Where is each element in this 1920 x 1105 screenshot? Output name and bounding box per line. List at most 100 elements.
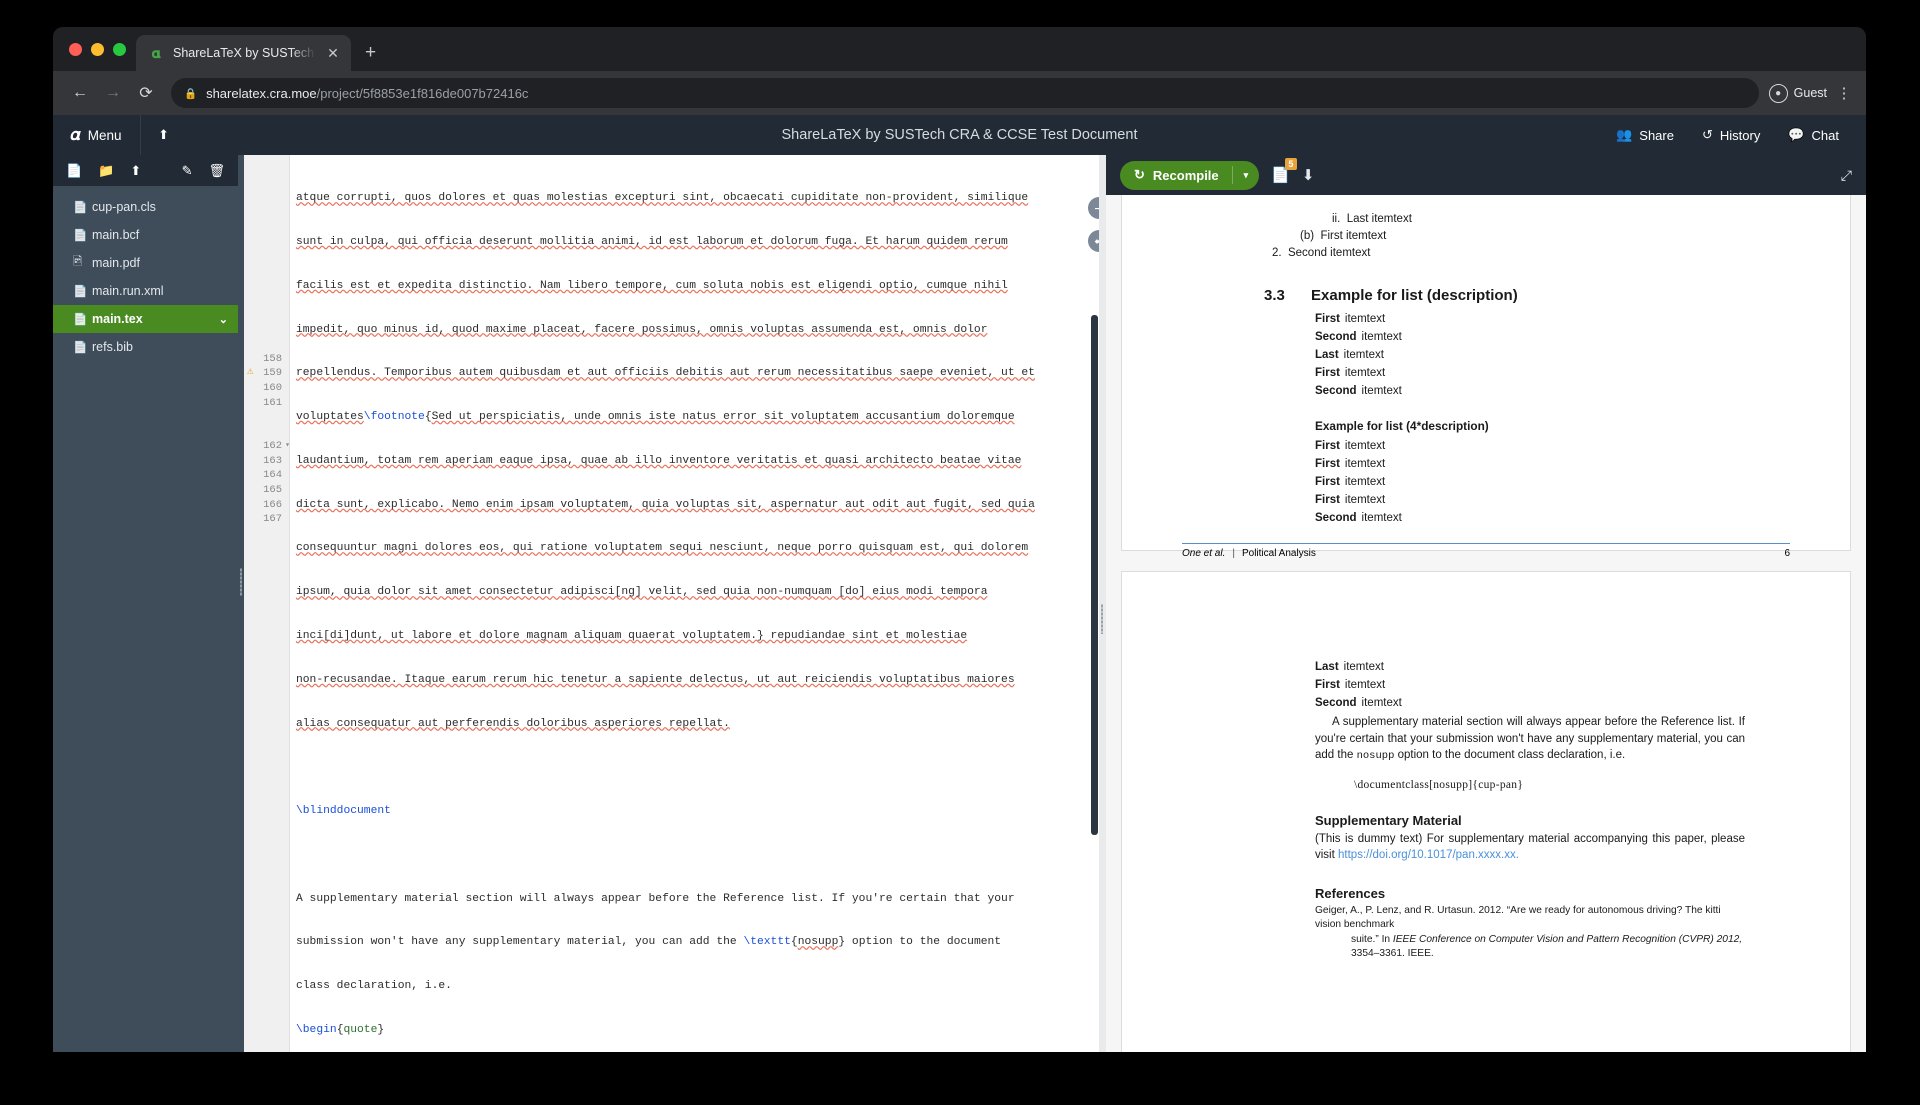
compile-logs-button[interactable]: 📄 5	[1271, 158, 1297, 184]
code-line: consequuntur magni dolores eos, qui rati…	[296, 542, 1029, 555]
footer-authors: One et al.	[1182, 548, 1226, 559]
file-icon: 📄	[73, 286, 88, 298]
new-file-icon[interactable]: 📄	[66, 163, 82, 179]
gutter-line-166: 166	[263, 498, 282, 511]
file-item-main-tex[interactable]: 📄 main.tex ⌄	[53, 305, 238, 333]
gutter-blank	[244, 206, 289, 221]
new-tab-button[interactable]: +	[351, 35, 390, 71]
chat-button[interactable]: 💬 Chat	[1775, 115, 1852, 155]
browser-menu-icon[interactable]: ⋮	[1834, 84, 1854, 102]
maximize-window-button[interactable]	[113, 42, 126, 56]
file-tree-panel: 📄 📁 ⬆ ✎ 🗑 📄 cup-pan.cls 📄 main.bcf 🖻 mai…	[53, 155, 238, 1052]
reference-entry: Geiger, A., P. Lenz, and R. Urtasun. 201…	[1315, 904, 1745, 962]
editor-pdf-split-handle[interactable]	[1099, 155, 1106, 1052]
pdf-preview-panel: ↻ Recompile ▾ 📄 5 ⬇ ⤢ ii. Last itemtext …	[1106, 155, 1866, 1052]
gutter-line-158: 158	[263, 352, 282, 365]
code-line: atque corrupti, quos dolores et quas mol…	[296, 192, 1029, 205]
delete-trash-icon[interactable]: 🗑	[208, 163, 225, 179]
chevron-down-icon[interactable]: ▾	[1233, 170, 1260, 181]
footer-separator: |	[1232, 548, 1235, 559]
recompile-button[interactable]: ↻ Recompile ▾	[1120, 160, 1260, 190]
project-menu-button[interactable]: 𝛂 Menu	[53, 115, 141, 155]
section-number: 3.3	[1264, 287, 1285, 304]
code-line: facilis est et expedita distinctio. Nam …	[296, 279, 1008, 292]
gutter-line-167: 167	[263, 513, 282, 526]
editor-scrollbar-thumb[interactable]	[1091, 315, 1098, 835]
code-line-161-wrap1: submission won't have any supplementary …	[296, 936, 1002, 949]
file-item-main-bcf[interactable]: 📄 main.bcf	[53, 221, 238, 249]
address-bar[interactable]: 🔒 sharelatex.cra.moe/project/5f8853e1f81…	[171, 78, 1759, 108]
refresh-icon: ↻	[1134, 167, 1145, 182]
browser-tab[interactable]: 𝛂 ShareLaTeX by SUSTech CRA & ✕	[136, 35, 351, 71]
doi-link[interactable]: https://doi.org/10.1017/pan.xxxx.xx.	[1338, 849, 1519, 861]
file-item-main-pdf[interactable]: 🖻 main.pdf	[53, 249, 238, 277]
new-folder-icon[interactable]: 📁	[98, 163, 114, 179]
desc-text: itemtext	[1344, 367, 1386, 379]
supplementary-heading: Supplementary Material	[1315, 812, 1462, 828]
chevron-down-icon[interactable]: ⌄	[219, 313, 228, 326]
profile-button[interactable]: ● Guest	[1768, 83, 1831, 103]
browser-toolbar: ← → ⟳ 🔒 sharelatex.cra.moe/project/5f885…	[53, 71, 1866, 115]
download-icon: ⬇	[1301, 167, 1315, 184]
desc-term: First	[1315, 494, 1340, 506]
desc-text: itemtext	[1343, 661, 1384, 673]
code-line: voluptates\footnote{Sed ut perspiciatis,…	[296, 411, 1015, 424]
share-button[interactable]: 👥 Share	[1603, 115, 1687, 155]
tab-title: ShareLaTeX by SUSTech CRA &	[173, 46, 316, 60]
desc-text: itemtext	[1344, 494, 1386, 506]
file-item-main-run-xml[interactable]: 📄 main.run.xml	[53, 277, 238, 305]
gutter-line-165: 165	[263, 484, 282, 497]
list-text: First itemtext	[1320, 230, 1387, 242]
editor-scrollbar[interactable]	[1090, 155, 1099, 1052]
history-button[interactable]: ↺ History	[1689, 115, 1773, 155]
code-line: ipsum, quia dolor sit amet consectetur a…	[296, 586, 988, 599]
description-item: First itemtext	[1315, 473, 1790, 491]
code-editor[interactable]: 158 159 160 161 162 163 164 165 166 167 …	[244, 155, 1099, 1052]
recompile-label: Recompile	[1152, 167, 1219, 183]
minimize-window-button[interactable]	[91, 42, 104, 56]
code-line: impedit, quo minus id, quod maxime place…	[296, 323, 988, 336]
close-window-button[interactable]	[69, 42, 82, 56]
gutter-blank	[244, 220, 289, 235]
section-title: Example for list (description)	[1311, 287, 1518, 304]
download-pdf-button[interactable]: ⬇	[1302, 166, 1315, 184]
list-text: Second itemtext	[1287, 247, 1371, 259]
forward-icon[interactable]: →	[98, 78, 128, 108]
editor-content[interactable]: atque corrupti, quos dolores et quas mol…	[290, 155, 1099, 1052]
desc-text: itemtext	[1361, 512, 1402, 524]
paragraph-part-b2: option to	[1397, 749, 1442, 761]
pdf-page-2-content: Last itemtext First itemtext Second itemtex…	[1122, 658, 1850, 962]
gutter-line-159[interactable]: 159	[244, 365, 289, 381]
list-text: Last itemtext	[1346, 213, 1412, 225]
file-label: cup-pan.cls	[92, 200, 156, 214]
supplementary-paragraph: (This is dummy text) For supplementary m…	[1315, 831, 1745, 864]
history-label: History	[1719, 127, 1761, 143]
publish-upload-icon[interactable]: ⬆	[141, 115, 187, 155]
reload-icon[interactable]: ⟳	[131, 78, 161, 108]
chat-bubble-icon: 💬	[1788, 127, 1805, 142]
desc-text: itemtext	[1344, 458, 1386, 470]
lock-icon: 🔒	[184, 87, 198, 100]
address-bar-url: sharelatex.cra.moe/project/5f8853e1f816d…	[206, 86, 528, 101]
pdf-scroll-area[interactable]: ii. Last itemtext (b) First itemtext 2. …	[1106, 195, 1866, 1052]
list-item: (b) First itemtext	[1182, 228, 1790, 245]
recompile-label-group: ↻ Recompile	[1120, 167, 1232, 183]
gutter-line-162[interactable]: 162	[244, 439, 290, 454]
desc-term: Last	[1315, 661, 1339, 673]
ref-italic: IEEE Conference on Computer Vision and P…	[1392, 933, 1743, 945]
file-item-refs-bib[interactable]: 📄 refs.bib	[53, 333, 238, 361]
fullscreen-button[interactable]: ⤢	[1841, 167, 1852, 184]
verbatim-block: \documentclass[nosupp]{cup-pan}	[1354, 778, 1524, 791]
description-item: Second itemtext	[1315, 694, 1790, 712]
gutter-blank	[244, 162, 289, 177]
desc-term: First	[1315, 367, 1340, 379]
close-icon[interactable]: ✕	[325, 45, 341, 62]
rename-pencil-icon[interactable]: ✎	[182, 163, 193, 179]
description-item: First itemtext	[1315, 437, 1790, 455]
file-item-cup-pan-cls[interactable]: 📄 cup-pan.cls	[53, 193, 238, 221]
desc-term: Second	[1315, 331, 1357, 343]
ref-cont: suite.” In	[1351, 933, 1391, 945]
upload-icon[interactable]: ⬆	[130, 163, 141, 179]
back-icon[interactable]: ←	[65, 78, 95, 108]
